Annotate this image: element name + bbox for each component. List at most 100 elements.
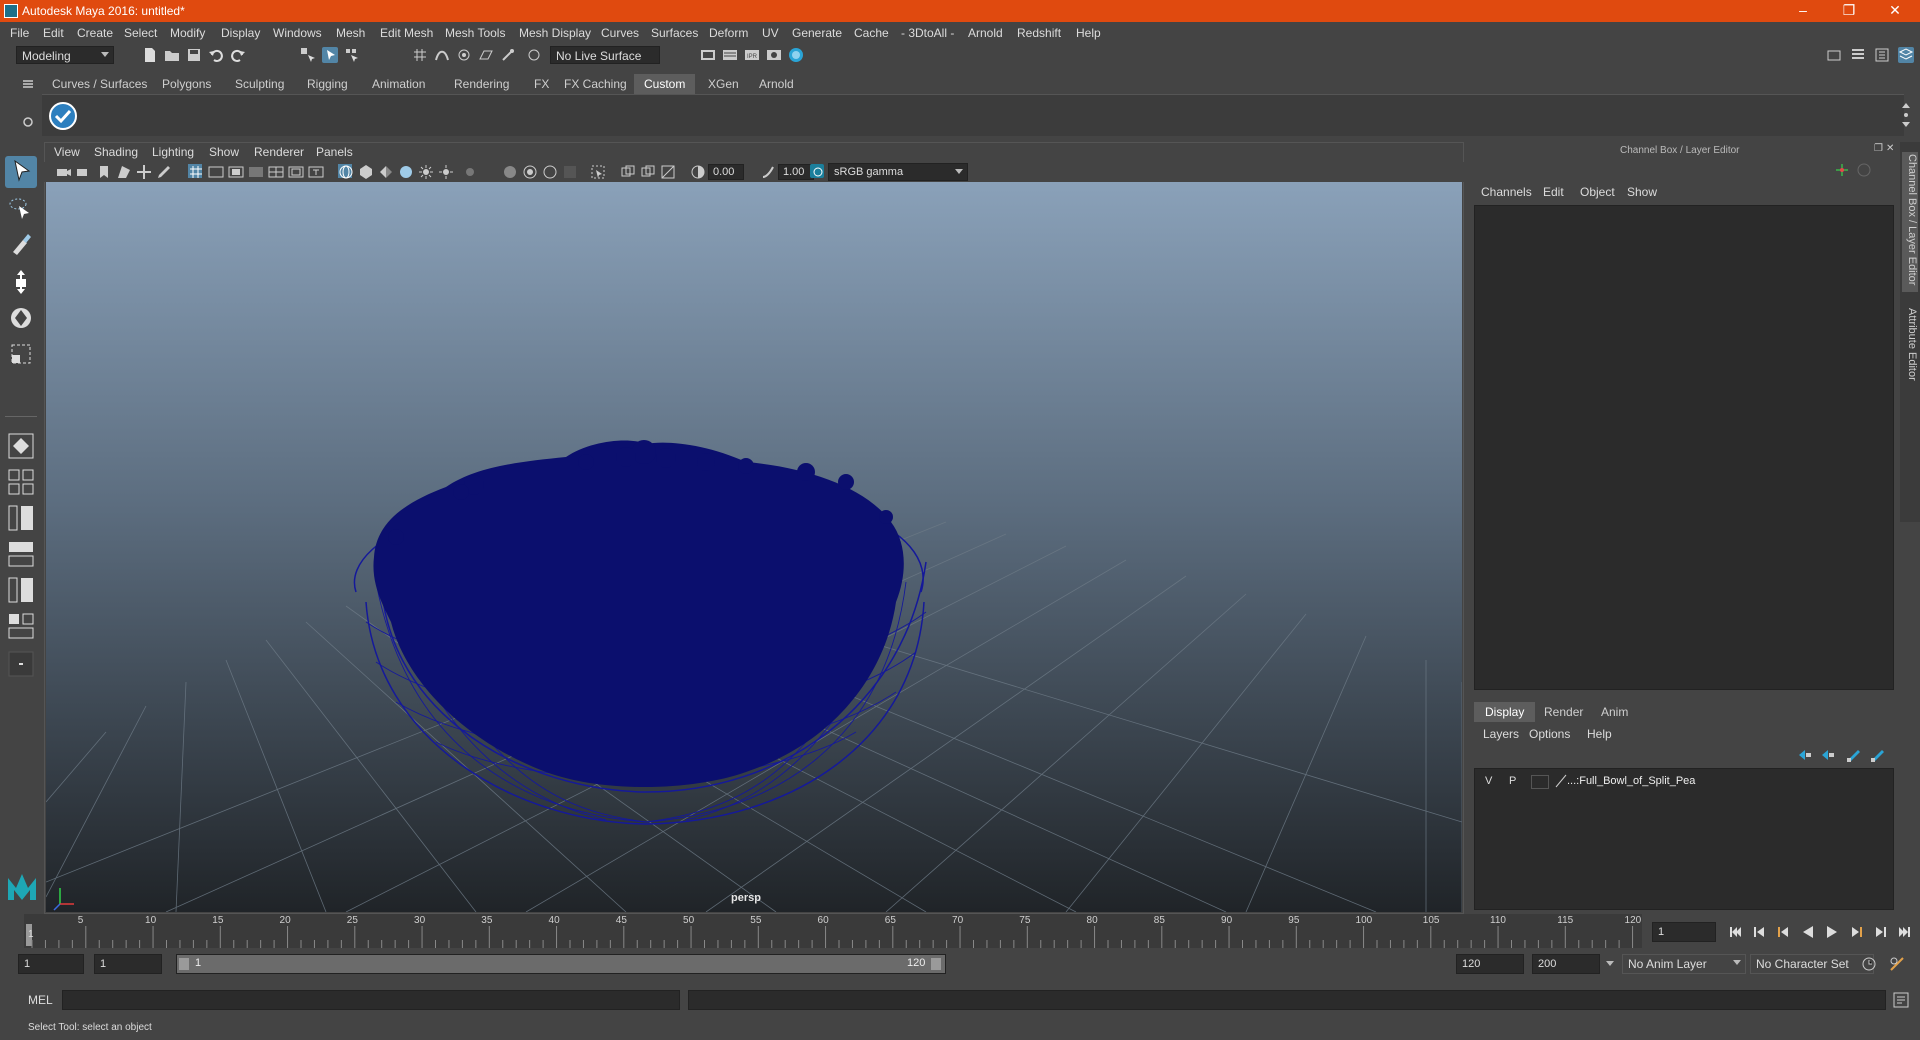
shelf-tab-rigging[interactable]: Rigging [297, 74, 358, 94]
use-all-lights-icon[interactable] [418, 164, 433, 179]
play-forwards-icon[interactable] [1824, 924, 1840, 940]
viewport-menu-renderer[interactable]: Renderer [254, 145, 304, 159]
render-settings-icon[interactable] [766, 47, 782, 63]
auto-key-icon[interactable] [1860, 955, 1878, 973]
redo-icon[interactable] [230, 47, 246, 63]
viewport-menu-panels[interactable]: Panels [316, 145, 353, 159]
channel-box-speed-icon[interactable] [1856, 162, 1872, 178]
character-set-dropdown[interactable]: No Character Set [1750, 954, 1874, 974]
play-backwards-icon[interactable] [1800, 924, 1816, 940]
command-language-label[interactable]: MEL [28, 993, 53, 1007]
smooth-shade-icon[interactable] [358, 164, 372, 179]
range-slider[interactable]: 1 120 [176, 954, 946, 974]
move-tool-icon[interactable] [5, 266, 37, 298]
two-d-pan-zoom-icon[interactable] [136, 164, 151, 179]
undo-icon[interactable] [208, 47, 224, 63]
menu-help[interactable]: Help [1076, 26, 1101, 40]
layer-menu-layers[interactable]: Layers [1483, 727, 1519, 741]
snap-to-curve-icon[interactable] [434, 47, 450, 63]
viewport-menu-show[interactable]: Show [209, 145, 239, 159]
safe-action-icon[interactable] [288, 164, 304, 178]
exposure-icon[interactable] [690, 164, 705, 179]
script-editor-icon[interactable] [1892, 991, 1910, 1009]
layer-color-swatch[interactable] [1531, 775, 1549, 789]
layer-name[interactable]: ...:Full_Bowl_of_Split_Pea [1567, 775, 1695, 787]
shelf-tab-custom[interactable]: Custom [634, 74, 696, 94]
range-slider-end-handle[interactable] [931, 958, 941, 970]
resolution-gate-icon[interactable] [228, 164, 244, 178]
film-gate-icon[interactable] [208, 164, 224, 178]
layer-display-type-icon[interactable] [1555, 774, 1567, 788]
channel-box-manipulator-icon[interactable] [1834, 162, 1850, 178]
menu-arnold[interactable]: Arnold [968, 26, 1003, 40]
gamma-field[interactable]: 1.00 [778, 164, 814, 180]
viewport-menu-shading[interactable]: Shading [94, 145, 138, 159]
menu-mesh-display[interactable]: Mesh Display [519, 26, 591, 40]
menu-deform[interactable]: Deform [709, 26, 748, 40]
menu-display[interactable]: Display [221, 26, 260, 40]
menu-uv[interactable]: UV [762, 26, 779, 40]
gate-mask-icon[interactable] [248, 164, 263, 178]
shadows-icon[interactable] [438, 164, 453, 179]
anim-layer-dropdown[interactable]: No Anim Layer [1622, 954, 1746, 974]
animation-end-field[interactable]: 200 [1532, 954, 1600, 974]
rotate-tool-icon[interactable] [5, 302, 37, 334]
close-button[interactable]: ✕ [1872, 0, 1918, 22]
textured-icon[interactable] [398, 164, 412, 178]
time-slider[interactable]: 1 5 10 15 20 25 30 35 40 45 50 55 60 65 70 75 80 85 90 95 1… [24, 914, 1642, 948]
field-chart-icon[interactable] [268, 164, 284, 178]
ipr-render-icon[interactable]: IPR [744, 47, 760, 63]
shelf-tab-fx-caching[interactable]: FX Caching [554, 74, 637, 94]
snap-to-view-plane-icon[interactable] [478, 47, 494, 63]
layout-single-icon[interactable] [5, 430, 37, 462]
menu-edit[interactable]: Edit [43, 26, 64, 40]
go-to-end-icon[interactable] [1896, 924, 1912, 940]
playback-end-field[interactable]: 120 [1456, 954, 1524, 974]
shelf-menu-icon[interactable] [20, 76, 36, 92]
menu-surfaces[interactable]: Surfaces [651, 26, 698, 40]
layout-outliner-persp-icon[interactable] [5, 502, 37, 534]
menu-mesh[interactable]: Mesh [336, 26, 365, 40]
shelf-tab-sculpting[interactable]: Sculpting [225, 74, 294, 94]
layout-hypershade-icon[interactable] [5, 574, 37, 606]
select-camera-icon[interactable] [56, 164, 71, 178]
layout-four-view-icon[interactable] [5, 466, 37, 498]
menu-file[interactable]: File [10, 26, 29, 40]
wireframe-icon[interactable] [338, 164, 353, 179]
range-slider-start-handle[interactable] [179, 958, 189, 970]
color-management-icon[interactable] [810, 164, 824, 178]
channel-box-menu-object[interactable]: Object [1580, 185, 1615, 199]
modeling-toolkit-icon[interactable] [1826, 47, 1842, 63]
select-tool-icon[interactable] [5, 156, 37, 188]
grid-toggle-icon[interactable] [188, 164, 202, 178]
create-layer-from-selected-icon[interactable] [1870, 748, 1886, 762]
layout-outliner-graph-icon[interactable] [5, 610, 37, 642]
grease-pencil-icon[interactable] [156, 164, 170, 178]
menu-set-dropdown[interactable]: Modeling [16, 46, 114, 64]
shelf-tab-polygons[interactable]: Polygons [152, 74, 221, 94]
minimize-button[interactable]: – [1780, 0, 1826, 22]
shelf-tab-xgen[interactable]: XGen [698, 74, 749, 94]
layout-options-icon[interactable] [5, 648, 37, 680]
menu-edit-mesh[interactable]: Edit Mesh [380, 26, 433, 40]
lasso-tool-icon[interactable] [5, 192, 37, 224]
bookmark-icon[interactable] [96, 164, 110, 178]
anti-aliasing-icon[interactable] [542, 164, 557, 179]
shelf-settings-icon[interactable] [20, 114, 36, 130]
new-scene-icon[interactable] [142, 47, 158, 63]
menu-curves[interactable]: Curves [601, 26, 639, 40]
camera-attributes-icon[interactable] [76, 164, 90, 178]
viewport-menu-view[interactable]: View [54, 145, 80, 159]
exposure-field[interactable]: 0.00 [708, 164, 744, 180]
menu-redshift[interactable]: Redshift [1017, 26, 1061, 40]
menu-cache[interactable]: Cache [854, 26, 889, 40]
make-live-icon[interactable] [500, 47, 516, 63]
safe-title-icon[interactable] [308, 164, 324, 178]
xray-active-components-icon[interactable] [640, 164, 655, 178]
shelf-scroll-arrows[interactable] [1900, 100, 1912, 130]
live-surface-field[interactable]: No Live Surface [550, 46, 660, 64]
layer-tab-display[interactable]: Display [1474, 702, 1536, 722]
animation-start-field[interactable]: 1 [18, 954, 84, 974]
side-tab-channel-box[interactable]: Channel Box / Layer Editor [1902, 152, 1918, 292]
command-input[interactable] [62, 990, 680, 1010]
